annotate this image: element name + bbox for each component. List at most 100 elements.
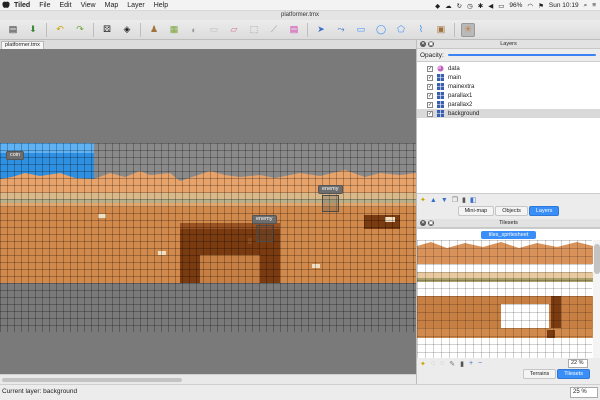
menu-view[interactable]: View [81, 2, 96, 9]
scrollbar-thumb[interactable] [2, 378, 182, 382]
tileset-view[interactable] [417, 240, 600, 358]
new-layer-icon[interactable]: ✦ [420, 196, 426, 204]
object-label-enemy[interactable]: enemy [252, 215, 277, 224]
clock[interactable]: Sun 10:19 [549, 2, 579, 9]
volume-icon[interactable]: ◀ [488, 2, 493, 10]
raise-layer-icon[interactable]: ▲ [430, 197, 437, 204]
export-tileset-icon[interactable]: ◌ [440, 360, 444, 367]
time-machine-icon[interactable]: ◷ [467, 2, 473, 10]
visibility-checkbox[interactable]: ✓ [427, 110, 433, 117]
insert-tile-icon[interactable]: ▣ [434, 23, 448, 37]
visibility-checkbox[interactable]: ✓ [427, 101, 433, 108]
enemy-object-box[interactable] [256, 225, 273, 242]
terrain-brush-icon[interactable]: ▦ [167, 23, 181, 37]
edit-tileset-icon[interactable]: ✎ [449, 360, 455, 368]
insert-rectangle-icon[interactable]: ▭ [354, 23, 368, 37]
opacity-slider[interactable] [447, 54, 596, 56]
tile-layer-icon [437, 101, 444, 108]
visibility-checkbox[interactable]: ✓ [427, 83, 433, 90]
close-icon[interactable]: ✕ [420, 41, 426, 47]
tileset-grid [417, 240, 592, 358]
opacity-row: Opacity: [417, 49, 600, 61]
notification-center-icon[interactable]: ≡ [592, 2, 596, 9]
spotlight-icon[interactable]: ⌕ [584, 2, 588, 10]
menu-layer[interactable]: Layer [127, 2, 145, 9]
cloud-icon[interactable]: ☁ [445, 2, 452, 10]
magic-wand-icon[interactable]: ⟋ [267, 23, 281, 37]
eraser-icon[interactable]: ▱ [227, 23, 241, 37]
layer-row-data[interactable]: ✓ data [417, 64, 600, 73]
embed-tileset-icon[interactable]: ◌ [431, 360, 435, 367]
apple-icon[interactable] [0, 0, 12, 11]
visibility-checkbox[interactable]: ✓ [427, 65, 433, 72]
tile-layer-icon [437, 74, 444, 81]
layers-toolbar: ✦ ▲ ▼ ❐ ▮ ◧ [417, 194, 600, 206]
tile-map[interactable]: coin enemy enemy [0, 143, 416, 332]
visibility-checkbox[interactable]: ✓ [427, 92, 433, 99]
open-file-icon[interactable]: ⬇ [26, 23, 40, 37]
close-icon[interactable]: ✕ [420, 220, 426, 226]
new-tileset-icon[interactable]: ✦ [420, 360, 426, 368]
layer-row-parallax2[interactable]: ✓ parallax2 [417, 100, 600, 109]
insert-ellipse-icon[interactable]: ◯ [374, 23, 388, 37]
layer-name: parallax2 [448, 101, 473, 108]
new-map-icon[interactable]: ▤ [6, 23, 20, 37]
flag-icon[interactable]: ⚑ [538, 2, 544, 10]
remove-tileset-icon[interactable]: ▮ [460, 360, 464, 368]
map-canvas[interactable]: coin enemy enemy [0, 49, 416, 374]
tab-objects[interactable]: Objects [495, 206, 528, 216]
layers-panel-header: ✕ ▣ Layers [417, 40, 600, 49]
select-same-tile-icon[interactable]: ▤ [287, 23, 301, 37]
delete-layer-icon[interactable]: ▮ [462, 196, 466, 204]
select-objects-icon[interactable]: ➤ [314, 23, 328, 37]
undo-icon[interactable]: ↶ [53, 23, 67, 37]
layer-row-main[interactable]: ✓ main [417, 73, 600, 82]
object-label-coin[interactable]: coin [6, 151, 25, 160]
zoom-out-icon[interactable]: − [478, 360, 482, 367]
bucket-fill-icon[interactable]: ◐ [187, 23, 201, 37]
lower-layer-icon[interactable]: ▼ [441, 197, 448, 204]
menu-map[interactable]: Map [105, 2, 119, 9]
layer-row-mainextra[interactable]: ✓ mainextra [417, 82, 600, 91]
tab-terrains[interactable]: Terrains [522, 369, 557, 379]
tab-layers[interactable]: Layers [528, 206, 560, 216]
insert-polygon-icon[interactable]: ⬠ [394, 23, 408, 37]
zoom-in-icon[interactable]: + [469, 360, 473, 367]
random-mode-icon[interactable]: ⚄ [100, 23, 114, 37]
rect-select-icon[interactable]: ⬚ [247, 23, 261, 37]
float-icon[interactable]: ▣ [428, 220, 434, 226]
sync-icon[interactable]: ↻ [457, 2, 462, 10]
toolbar-divider [454, 22, 455, 37]
stamp-brush-icon[interactable]: ♟ [147, 23, 161, 37]
layer-row-background[interactable]: ✓ background [417, 109, 600, 118]
menu-help[interactable]: Help [154, 2, 168, 9]
menu-app-name[interactable]: Tiled [14, 2, 30, 9]
map-zoom-select[interactable]: 25 % [570, 387, 598, 398]
horizontal-scrollbar[interactable] [0, 374, 416, 384]
wang-fill-icon[interactable]: ◈ [120, 23, 134, 37]
tab-tilesets[interactable]: Tilesets [557, 369, 590, 379]
enemy-object-box[interactable] [322, 195, 339, 212]
insert-polyline-icon[interactable]: ⌇ [414, 23, 428, 37]
layer-properties-icon[interactable]: ◧ [470, 196, 477, 204]
duplicate-layer-icon[interactable]: ❐ [452, 196, 458, 204]
layer-name: data [448, 65, 460, 72]
battery-icon[interactable]: ▭ [498, 2, 504, 10]
menu-file[interactable]: File [39, 2, 50, 9]
float-icon[interactable]: ▣ [428, 41, 434, 47]
dropbox-icon[interactable]: ◆ [435, 2, 440, 10]
shape-fill-icon[interactable]: ▭ [207, 23, 221, 37]
object-label-enemy[interactable]: enemy [318, 185, 343, 194]
world-tool-icon[interactable]: ☀ [461, 22, 475, 37]
tab-mini-map[interactable]: Mini-map [457, 206, 495, 216]
redo-icon[interactable]: ↷ [73, 23, 87, 37]
edit-polygons-icon[interactable]: ⤳ [334, 23, 348, 37]
wifi-icon[interactable]: ◠ [527, 2, 533, 10]
menu-edit[interactable]: Edit [60, 2, 72, 9]
visibility-checkbox[interactable]: ✓ [427, 74, 433, 81]
tab-platformer[interactable]: platformer.tmx [1, 41, 44, 49]
tileset-tab[interactable]: tiles_spritesheet [480, 230, 537, 239]
bluetooth-icon[interactable]: ✱ [478, 2, 483, 10]
tileset-zoom-select[interactable]: 22 % [568, 359, 588, 368]
layer-row-parallax1[interactable]: ✓ parallax1 [417, 91, 600, 100]
